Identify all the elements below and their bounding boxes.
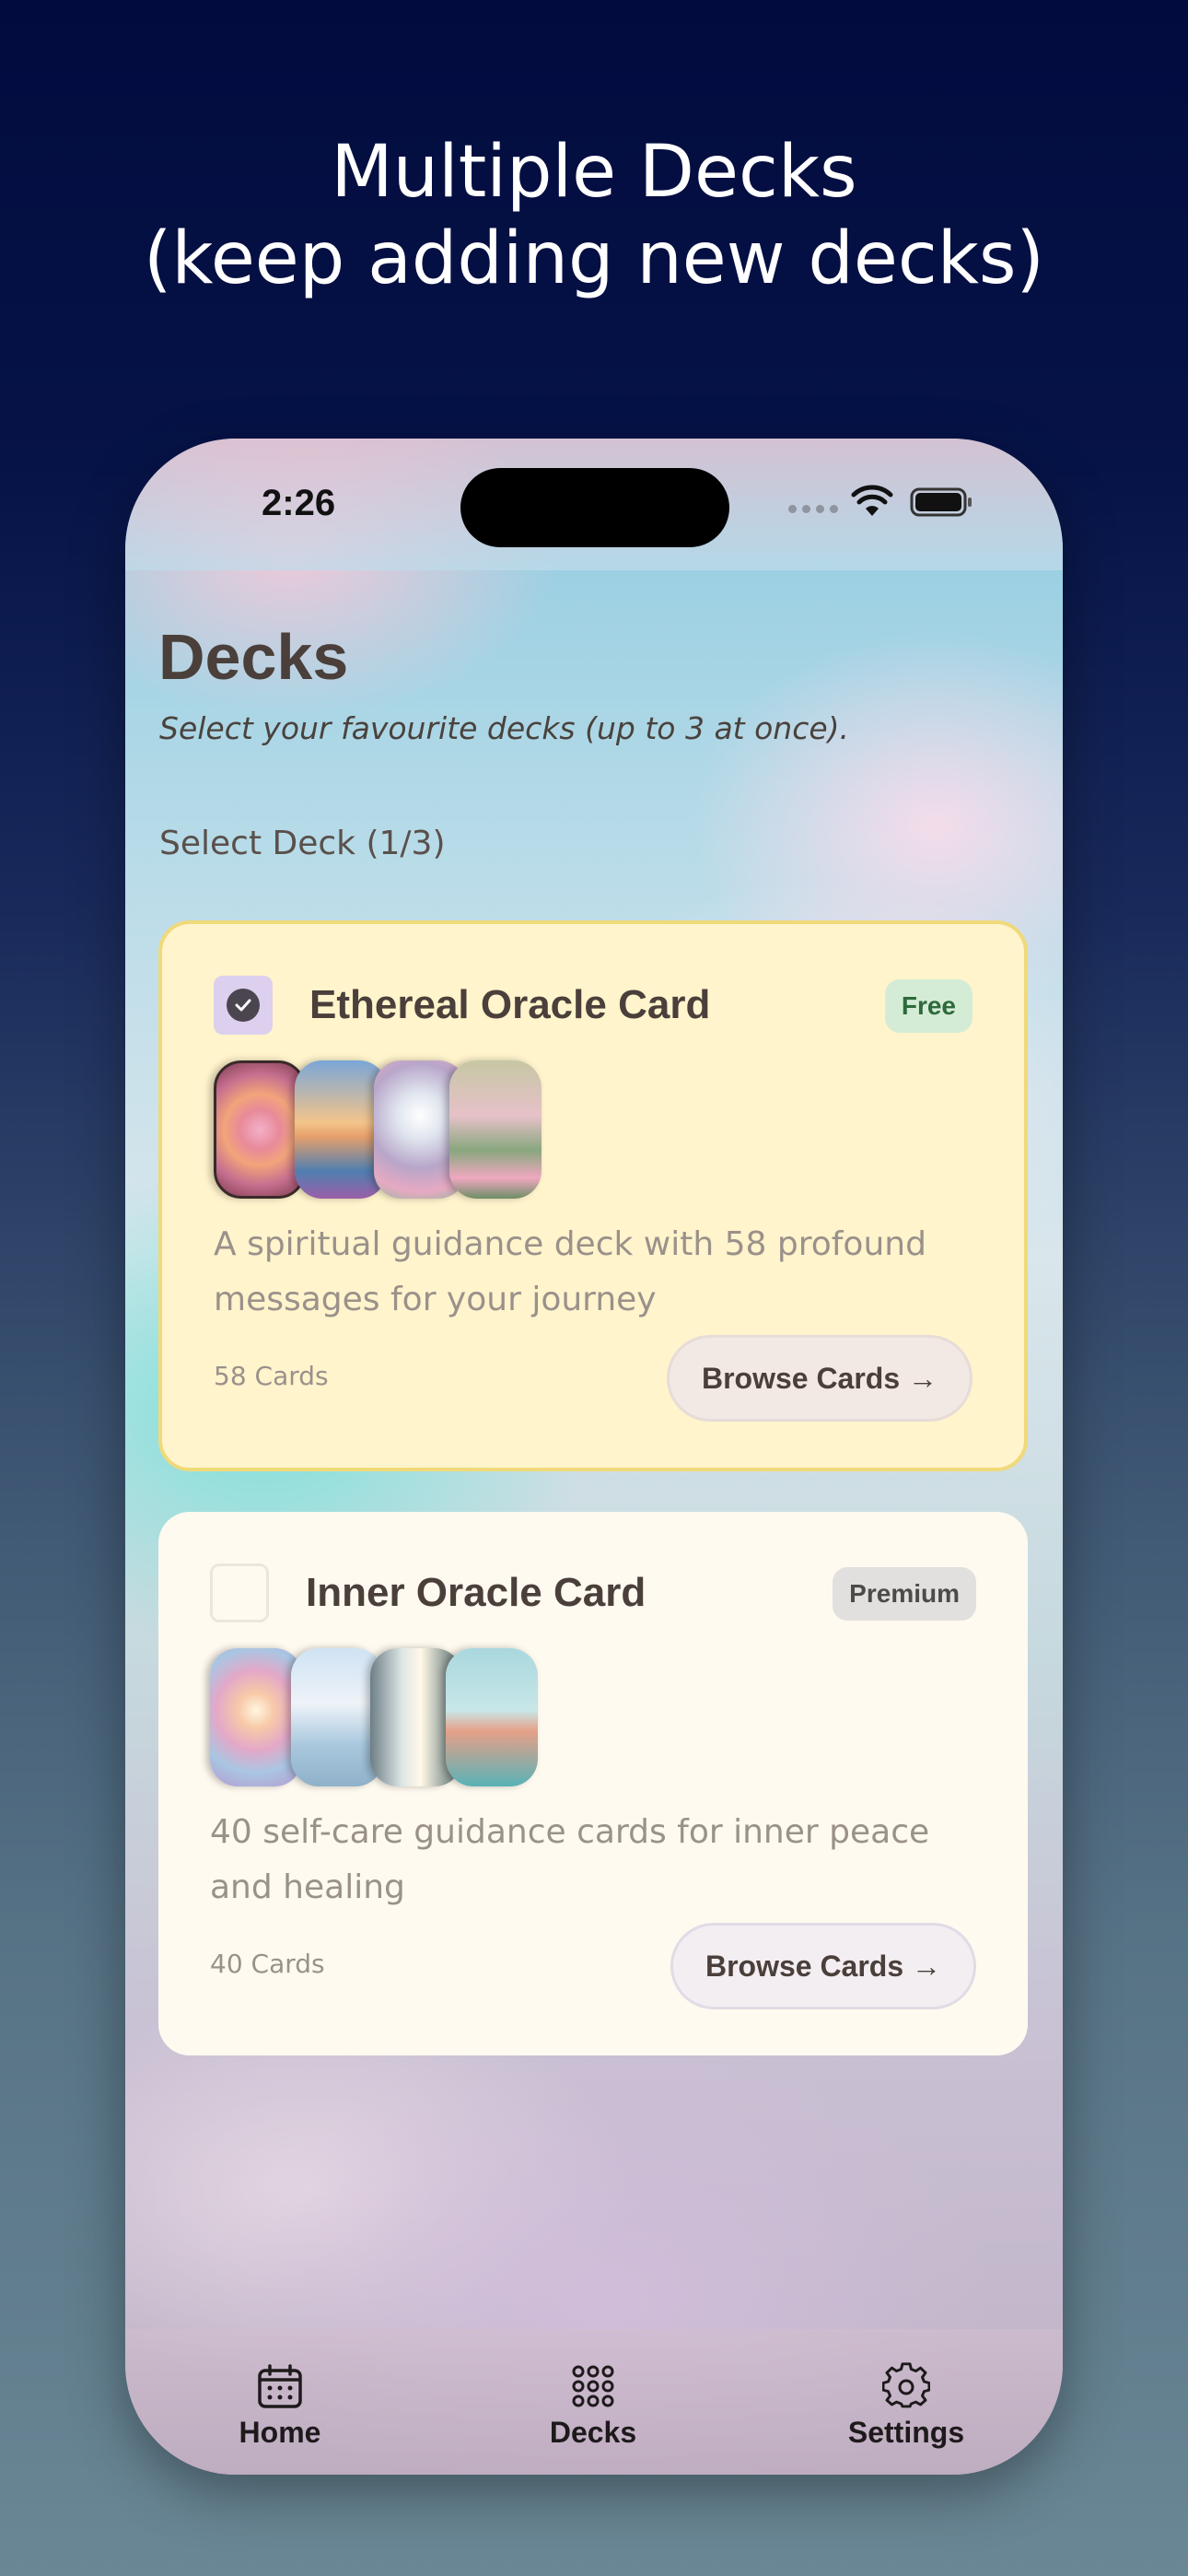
- tab-label: Home: [239, 2416, 321, 2449]
- deck-name: Inner Oracle Card: [306, 1570, 646, 1615]
- deck-description: 40 self-care guidance cards for inner pe…: [210, 1813, 930, 1906]
- card-thumbnail: [295, 1060, 387, 1199]
- card-thumbnail: [210, 1648, 302, 1786]
- marketing-headline: Multiple Decks (keep adding new decks): [0, 129, 1188, 302]
- tab-bar: Home Decks Settings: [125, 2329, 1063, 2475]
- card-previews: [210, 1648, 542, 1786]
- tab-label: Decks: [549, 2416, 637, 2449]
- card-previews: [214, 1060, 545, 1199]
- tab-settings[interactable]: Settings: [814, 2362, 998, 2450]
- tab-home[interactable]: Home: [188, 2362, 372, 2450]
- deck-name: Ethereal Oracle Card: [309, 982, 711, 1027]
- phone-frame: 2:26 Decks Select your favourite decks (…: [125, 439, 1063, 2475]
- deck-description: A spiritual guidance deck with 58 profou…: [214, 1225, 926, 1318]
- headline-line-1: Multiple Decks: [331, 131, 857, 214]
- select-deck-count: Select Deck (1/3): [159, 825, 446, 862]
- card-thumbnail: [449, 1060, 542, 1199]
- card-thumbnail: [214, 1060, 306, 1199]
- battery-icon: [910, 487, 972, 517]
- status-bar: 2:26: [125, 439, 1063, 570]
- page-subtitle: Select your favourite decks (up to 3 at …: [159, 710, 850, 746]
- browse-cards-button[interactable]: Browse Cards →: [670, 1923, 976, 2009]
- cellular-icon: [788, 505, 838, 513]
- page-title: Decks: [158, 621, 349, 693]
- card-count: 58 Cards: [214, 1361, 329, 1391]
- deck-card-ethereal[interactable]: Ethereal Oracle Card Free A spiritual gu…: [158, 920, 1028, 1471]
- free-badge: Free: [884, 979, 973, 1033]
- tab-label: Settings: [847, 2416, 965, 2449]
- headline-line-2: (keep adding new decks): [144, 217, 1044, 300]
- card-thumbnail: [446, 1648, 538, 1786]
- calendar-icon: [258, 2364, 302, 2408]
- deck-checkbox-unchecked[interactable]: [210, 1563, 269, 1622]
- card-thumbnail: [291, 1648, 383, 1786]
- wifi-icon: [851, 485, 893, 516]
- premium-badge: Premium: [833, 1567, 976, 1621]
- card-count: 40 Cards: [210, 1949, 325, 1979]
- status-time: 2:26: [262, 483, 336, 523]
- grid-dots-icon: [572, 2365, 614, 2407]
- deck-checkbox-checked[interactable]: [214, 976, 273, 1035]
- dynamic-island: [460, 468, 729, 547]
- gear-icon: [882, 2362, 930, 2408]
- browse-cards-button[interactable]: Browse Cards →: [667, 1335, 973, 1422]
- checkmark-icon: [227, 989, 260, 1022]
- tab-decks[interactable]: Decks: [501, 2362, 685, 2450]
- deck-card-inner[interactable]: Inner Oracle Card Premium 40 self-care g…: [158, 1512, 1028, 2055]
